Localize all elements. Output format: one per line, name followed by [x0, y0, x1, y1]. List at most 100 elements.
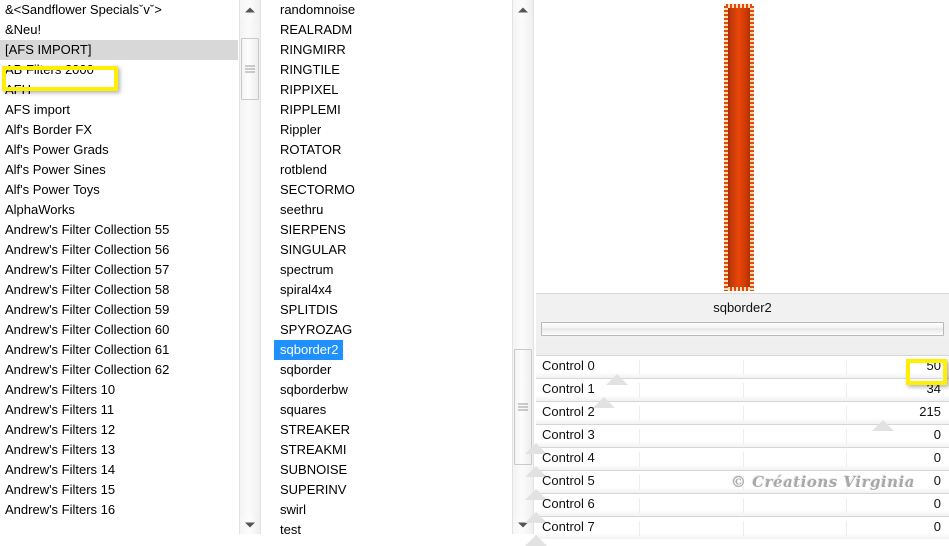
list-item[interactable]: SUBNOISE — [274, 460, 510, 480]
list-item[interactable]: Alf's Power Sines — [0, 160, 238, 180]
slider-tick — [742, 406, 744, 421]
list-item[interactable]: Andrew's Filters 11 — [0, 400, 238, 420]
list-item-label: SECTORMO — [280, 182, 355, 197]
list-item[interactable]: Andrew's Filters 14 — [0, 460, 238, 480]
list-item-label: Andrew's Filters 15 — [5, 482, 116, 497]
list-item[interactable]: Andrew's Filter Collection 57 — [0, 260, 238, 280]
grip-icon — [245, 64, 255, 75]
list-item-label: Andrew's Filter Collection 55 — [5, 222, 170, 237]
list-item-label: Andrew's Filters 10 — [5, 382, 116, 397]
list-item[interactable]: Alf's Border FX — [0, 120, 238, 140]
list-item[interactable]: Andrew's Filters 15 — [0, 480, 238, 500]
list-item-label: Andrew's Filter Collection 59 — [5, 302, 170, 317]
list-item[interactable]: SINGULAR — [274, 240, 510, 260]
list-item-label: SUBNOISE — [280, 462, 348, 477]
list-item[interactable]: RIPPLEMI — [274, 100, 510, 120]
list-item[interactable]: STREAKER — [274, 420, 510, 440]
list-item[interactable]: sqborder — [274, 360, 510, 380]
list-item-label: Andrew's Filters 13 — [5, 442, 116, 457]
list-item[interactable]: REALRADM — [274, 20, 510, 40]
list-item[interactable]: SPYROZAG — [274, 320, 510, 340]
chevron-down-icon — [245, 522, 255, 527]
control-slider-row[interactable]: Control 6 0 — [525, 493, 949, 523]
list-item[interactable]: spectrum — [274, 260, 510, 280]
list-item[interactable]: ROTATOR — [274, 140, 510, 160]
list-item[interactable]: SECTORMO — [274, 180, 510, 200]
list-item[interactable]: Andrew's Filter Collection 59 — [0, 300, 238, 320]
list-item[interactable]: Andrew's Filter Collection 55 — [0, 220, 238, 240]
list-item[interactable]: [AFS IMPORT] — [0, 40, 238, 60]
control-value[interactable]: 215 — [919, 404, 941, 419]
control-value[interactable]: 0 — [934, 473, 941, 488]
list-item[interactable]: Andrew's Filters 16 — [0, 500, 238, 520]
control-slider-row[interactable]: Control 7 0 — [525, 516, 949, 546]
control-value[interactable]: 0 — [934, 496, 941, 511]
list-item[interactable]: spiral4x4 — [274, 280, 510, 300]
list-item-label: RIPPLEMI — [280, 102, 341, 117]
control-slider-row[interactable]: Control 1 34 — [536, 378, 949, 408]
list-item[interactable]: Rippler — [274, 120, 510, 140]
control-value[interactable]: 0 — [934, 450, 941, 465]
filter-scroll-up-button[interactable] — [513, 0, 533, 19]
list-item[interactable]: RINGMIRR — [274, 40, 510, 60]
control-value[interactable]: 0 — [934, 427, 941, 442]
list-item-label: Andrew's Filter Collection 57 — [5, 262, 170, 277]
filter-name-title: sqborder2 — [536, 294, 949, 322]
preview-border-right — [750, 6, 754, 291]
list-item[interactable]: SUPERINV — [274, 480, 510, 500]
list-item[interactable]: RIPPIXEL — [274, 80, 510, 100]
list-item[interactable]: sqborderbw — [274, 380, 510, 400]
list-item[interactable]: Andrew's Filter Collection 61 — [0, 340, 238, 360]
category-scroll-up-button[interactable] — [240, 0, 260, 19]
slider-thumb[interactable] — [593, 397, 616, 408]
list-item[interactable]: Alf's Power Toys — [0, 180, 238, 200]
list-item[interactable]: Andrew's Filters 12 — [0, 420, 238, 440]
list-item[interactable]: &Neu! — [0, 20, 238, 40]
category-scroll-down-button[interactable] — [240, 515, 260, 534]
list-item-label: &Neu! — [5, 22, 42, 37]
slider-thumb[interactable] — [605, 374, 628, 385]
list-item[interactable]: squares — [274, 400, 510, 420]
slider-thumb[interactable] — [871, 420, 894, 431]
list-item[interactable]: Andrew's Filter Collection 60 — [0, 320, 238, 340]
list-item-label: rotblend — [280, 162, 327, 177]
list-item-label: spiral4x4 — [280, 282, 333, 297]
filter-list[interactable]: randomnoise REALRADM RINGMIRR RINGTILE RIPPI… — [274, 0, 510, 534]
list-item[interactable]: RINGTILE — [274, 60, 510, 80]
list-item[interactable]: &<Sandflower Specialsˇvˇ> — [0, 0, 238, 20]
list-item[interactable]: SPLITDIS — [274, 300, 510, 320]
slider-thumb[interactable] — [525, 535, 547, 546]
slider-tick — [639, 360, 641, 375]
control-value[interactable]: 0 — [934, 519, 941, 534]
list-item[interactable]: Andrew's Filter Collection 62 — [0, 360, 238, 380]
control-slider-row[interactable]: Control 4 0 — [525, 447, 949, 477]
list-item-label: AFS import — [5, 102, 71, 117]
list-item-label: Andrew's Filter Collection 56 — [5, 242, 170, 257]
slider-tick — [742, 498, 744, 513]
list-item[interactable]: seethru — [274, 200, 510, 220]
control-label: Control 1 — [542, 381, 595, 396]
category-scrollbar[interactable] — [239, 0, 261, 534]
list-item[interactable]: AlphaWorks — [0, 200, 238, 220]
control-slider-row[interactable]: Control 0 50 — [536, 355, 949, 385]
list-item[interactable]: SIERPENS — [274, 220, 510, 240]
list-item[interactable]: rotblend — [274, 160, 510, 180]
list-item-label[interactable]: sqborder2 — [274, 340, 343, 360]
slider-tick — [845, 406, 847, 421]
control-label: Control 4 — [542, 450, 595, 465]
list-item[interactable]: test — [274, 520, 510, 534]
list-item[interactable]: swirl — [274, 500, 510, 520]
list-item[interactable]: sqborder2 — [274, 340, 510, 360]
list-item[interactable]: STREAKMI — [274, 440, 510, 460]
list-item-label: AlphaWorks — [5, 202, 75, 217]
list-item[interactable]: Alf's Power Grads — [0, 140, 238, 160]
list-item[interactable]: Andrew's Filters 10 — [0, 380, 238, 400]
list-item[interactable]: Andrew's Filter Collection 58 — [0, 280, 238, 300]
category-scrollbar-thumb[interactable] — [241, 38, 259, 100]
list-item[interactable]: AFS import — [0, 100, 238, 120]
list-item[interactable]: Andrew's Filters 13 — [0, 440, 238, 460]
list-item-label: test — [280, 522, 301, 534]
list-item[interactable]: Andrew's Filter Collection 56 — [0, 240, 238, 260]
list-item[interactable]: randomnoise — [274, 0, 510, 20]
filter-list-pane[interactable]: randomnoise REALRADM RINGMIRR RINGTILE RIPPI… — [274, 0, 510, 534]
